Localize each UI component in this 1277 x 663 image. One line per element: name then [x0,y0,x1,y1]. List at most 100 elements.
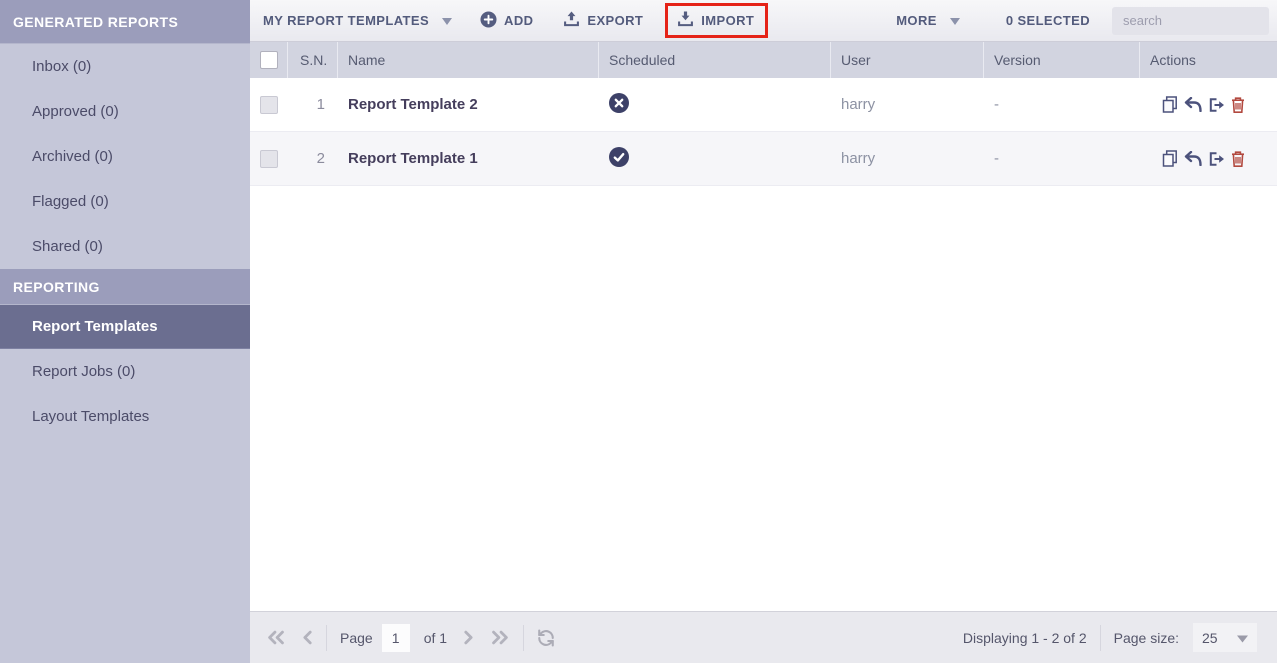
row-actions [1140,150,1277,167]
sidebar-item-label: Report Jobs (0) [32,363,135,380]
page-size-select[interactable]: 25 [1193,623,1257,652]
sidebar-item-inbox[interactable]: Inbox (0) [0,44,250,89]
sidebar-item-label: Layout Templates [32,408,149,425]
chevron-down-icon [1237,630,1248,646]
column-header-name: Name [338,42,599,78]
select-all-cell [250,42,288,78]
pagination-right: Displaying 1 - 2 of 2 Page size: 25 [963,623,1277,652]
row-checkbox[interactable] [260,150,278,168]
export-button[interactable]: EXPORT [563,11,643,30]
sidebar-item-shared[interactable]: Shared (0) [0,224,250,269]
sidebar-item-report-jobs[interactable]: Report Jobs (0) [0,349,250,394]
toolbar: MY REPORT TEMPLATES ADD EXPORT [250,0,1277,42]
refresh-icon[interactable] [537,629,555,647]
sidebar-item-label: Inbox (0) [32,58,91,75]
sidebar-section-generated-reports: GENERATED REPORTS [0,0,250,44]
app-window: GENERATED REPORTS Inbox (0) Approved (0)… [0,0,1277,663]
import-highlight-box: IMPORT [665,3,768,38]
row-sn: 1 [288,96,338,113]
sidebar-item-report-templates[interactable]: Report Templates [0,305,250,349]
row-version: - [984,150,1140,167]
row-checkbox-cell [250,150,288,168]
add-button[interactable]: ADD [480,11,533,31]
sidebar-item-label: Approved (0) [32,103,119,120]
more-dropdown[interactable]: MORE [896,13,960,28]
sidebar-item-label: Archived (0) [32,148,113,165]
undo-icon[interactable] [1184,151,1202,166]
page-of-label: of 1 [424,630,447,646]
pagination-bar: Page of 1 Displaying 1 - 2 of 2 Page siz… [250,611,1277,663]
first-page-icon[interactable] [266,630,285,645]
row-name[interactable]: Report Template 2 [338,96,599,113]
pagination-divider [523,625,524,651]
copy-icon[interactable] [1162,96,1178,113]
page-size-label: Page size: [1114,630,1179,646]
delete-icon[interactable] [1231,97,1245,113]
select-all-checkbox[interactable] [260,51,278,69]
pagination-divider [1100,625,1101,651]
import-button[interactable]: IMPORT [677,11,754,30]
export-row-icon[interactable] [1208,151,1225,167]
displaying-text: Displaying 1 - 2 of 2 [963,630,1087,646]
chevron-down-icon [950,13,960,28]
table-empty-area [250,186,1277,611]
chevron-down-icon [442,13,452,28]
row-user: harry [831,150,984,167]
report-templates-dropdown-label: MY REPORT TEMPLATES [263,13,429,28]
sidebar-item-label: Flagged (0) [32,193,109,210]
row-name[interactable]: Report Template 1 [338,150,599,167]
report-templates-dropdown[interactable]: MY REPORT TEMPLATES [263,13,452,28]
sidebar: GENERATED REPORTS Inbox (0) Approved (0)… [0,0,250,663]
table-header: S.N. Name Scheduled User Version Actions [250,42,1277,78]
column-header-sn: S.N. [288,42,338,78]
selected-count: 0 SELECTED [1006,13,1090,28]
sidebar-item-flagged[interactable]: Flagged (0) [0,179,250,224]
copy-icon[interactable] [1162,150,1178,167]
add-button-label: ADD [504,13,533,28]
row-version: - [984,96,1140,113]
column-header-scheduled: Scheduled [599,42,831,78]
row-sn: 2 [288,150,338,167]
column-header-version: Version [984,42,1140,78]
toolbar-right: MORE 0 SELECTED [896,7,1277,35]
delete-icon[interactable] [1231,151,1245,167]
sidebar-section-reporting: REPORTING [0,269,250,305]
row-scheduled-cell [599,93,831,117]
row-actions [1140,96,1277,113]
export-button-label: EXPORT [587,13,643,28]
page-number-input[interactable] [382,624,410,652]
page-label: Page [340,630,373,646]
pagination-divider [326,625,327,651]
sidebar-item-label: Report Templates [32,318,158,335]
row-scheduled-cell [599,147,831,171]
sidebar-item-layout-templates[interactable]: Layout Templates [0,394,250,439]
sidebar-item-archived[interactable]: Archived (0) [0,134,250,179]
row-checkbox-cell [250,96,288,114]
plus-circle-icon [480,11,497,31]
row-user: harry [831,96,984,113]
row-checkbox[interactable] [260,96,278,114]
upload-icon [563,11,580,30]
sidebar-section-label: REPORTING [13,279,100,295]
export-row-icon[interactable] [1208,97,1225,113]
more-dropdown-label: MORE [896,13,937,28]
undo-icon[interactable] [1184,97,1202,112]
import-button-label: IMPORT [701,13,754,28]
column-header-actions: Actions [1140,42,1277,78]
check-circle-icon [609,147,629,171]
column-header-user: User [831,42,984,78]
sidebar-filler [0,439,250,663]
main-panel: MY REPORT TEMPLATES ADD EXPORT [250,0,1277,663]
sidebar-section-label: GENERATED REPORTS [13,14,178,30]
x-circle-icon [609,93,629,117]
table-row: 1 Report Template 2 harry - [250,78,1277,132]
table-row: 2 Report Template 1 harry - [250,132,1277,186]
download-icon [677,11,694,30]
next-page-icon[interactable] [463,630,475,645]
sidebar-item-approved[interactable]: Approved (0) [0,89,250,134]
search-input[interactable] [1112,7,1269,35]
previous-page-icon[interactable] [301,630,313,645]
page-size-value: 25 [1202,630,1218,646]
sidebar-item-label: Shared (0) [32,238,103,255]
last-page-icon[interactable] [491,630,510,645]
